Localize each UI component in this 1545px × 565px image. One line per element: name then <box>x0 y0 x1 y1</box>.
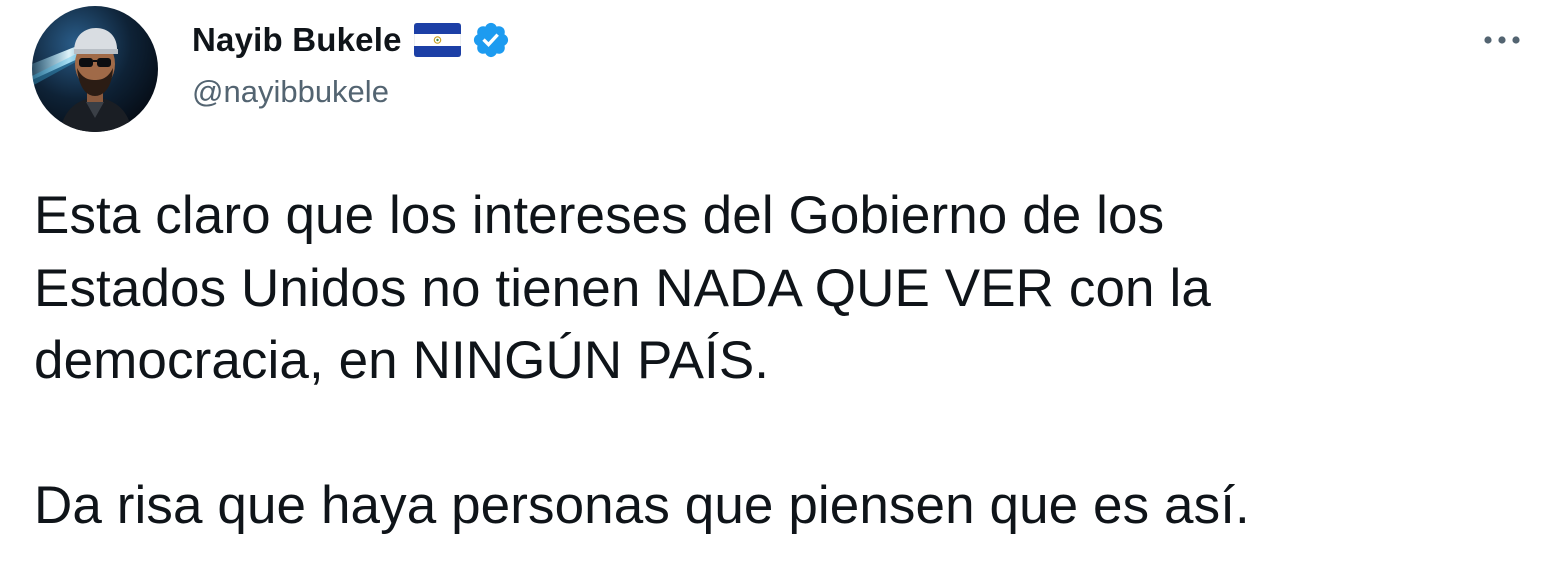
author-handle[interactable]: @nayibbukele <box>192 72 389 112</box>
tweet-text-line: Estados Unidos no tienen NADA QUE VER co… <box>34 258 1211 318</box>
tweet-text-line: democracia, en NINGÚN PAÍS. <box>34 331 770 390</box>
tweet-text-line: Da risa que haya personas que piensen qu… <box>34 476 1250 535</box>
avatar-image <box>32 6 158 132</box>
tweet-text: Esta claro que los intereses del Gobiern… <box>34 180 1514 543</box>
author-name-row[interactable]: Nayib Bukele <box>192 18 511 62</box>
tweet-text-line: Esta claro que los intereses del Gobiern… <box>34 186 1165 245</box>
el-salvador-flag-icon <box>413 23 461 57</box>
more-options-button[interactable] <box>1474 22 1530 58</box>
verified-badge-icon[interactable] <box>471 20 511 60</box>
display-name[interactable]: Nayib Bukele <box>192 18 402 62</box>
avatar[interactable] <box>32 6 158 132</box>
tweet-card: Nayib Bukele @nayibbukele Esta claro que… <box>0 0 1545 565</box>
more-options-icon <box>1484 36 1520 44</box>
